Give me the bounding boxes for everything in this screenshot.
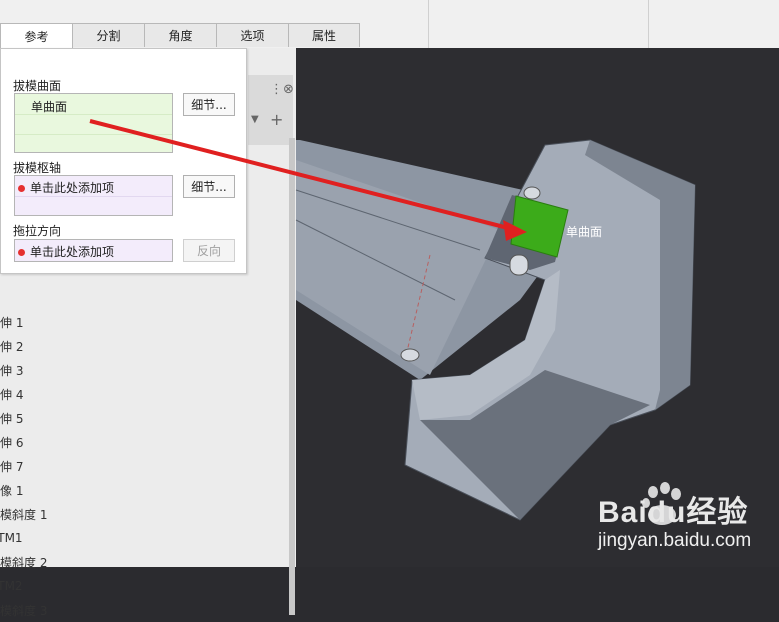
model-graphics: [89, 119, 696, 525]
tree-item[interactable]: 拔模斜度 3: [0, 598, 290, 622]
pin-bottom: [509, 254, 529, 276]
surface-callout: 单曲面: [566, 225, 603, 239]
tree-item[interactable]: DTM2: [0, 574, 290, 598]
pin-top: [523, 186, 541, 200]
watermark-brand: Baidu经验: [598, 496, 749, 529]
watermark-url: jingyan.baidu.com: [598, 530, 752, 551]
